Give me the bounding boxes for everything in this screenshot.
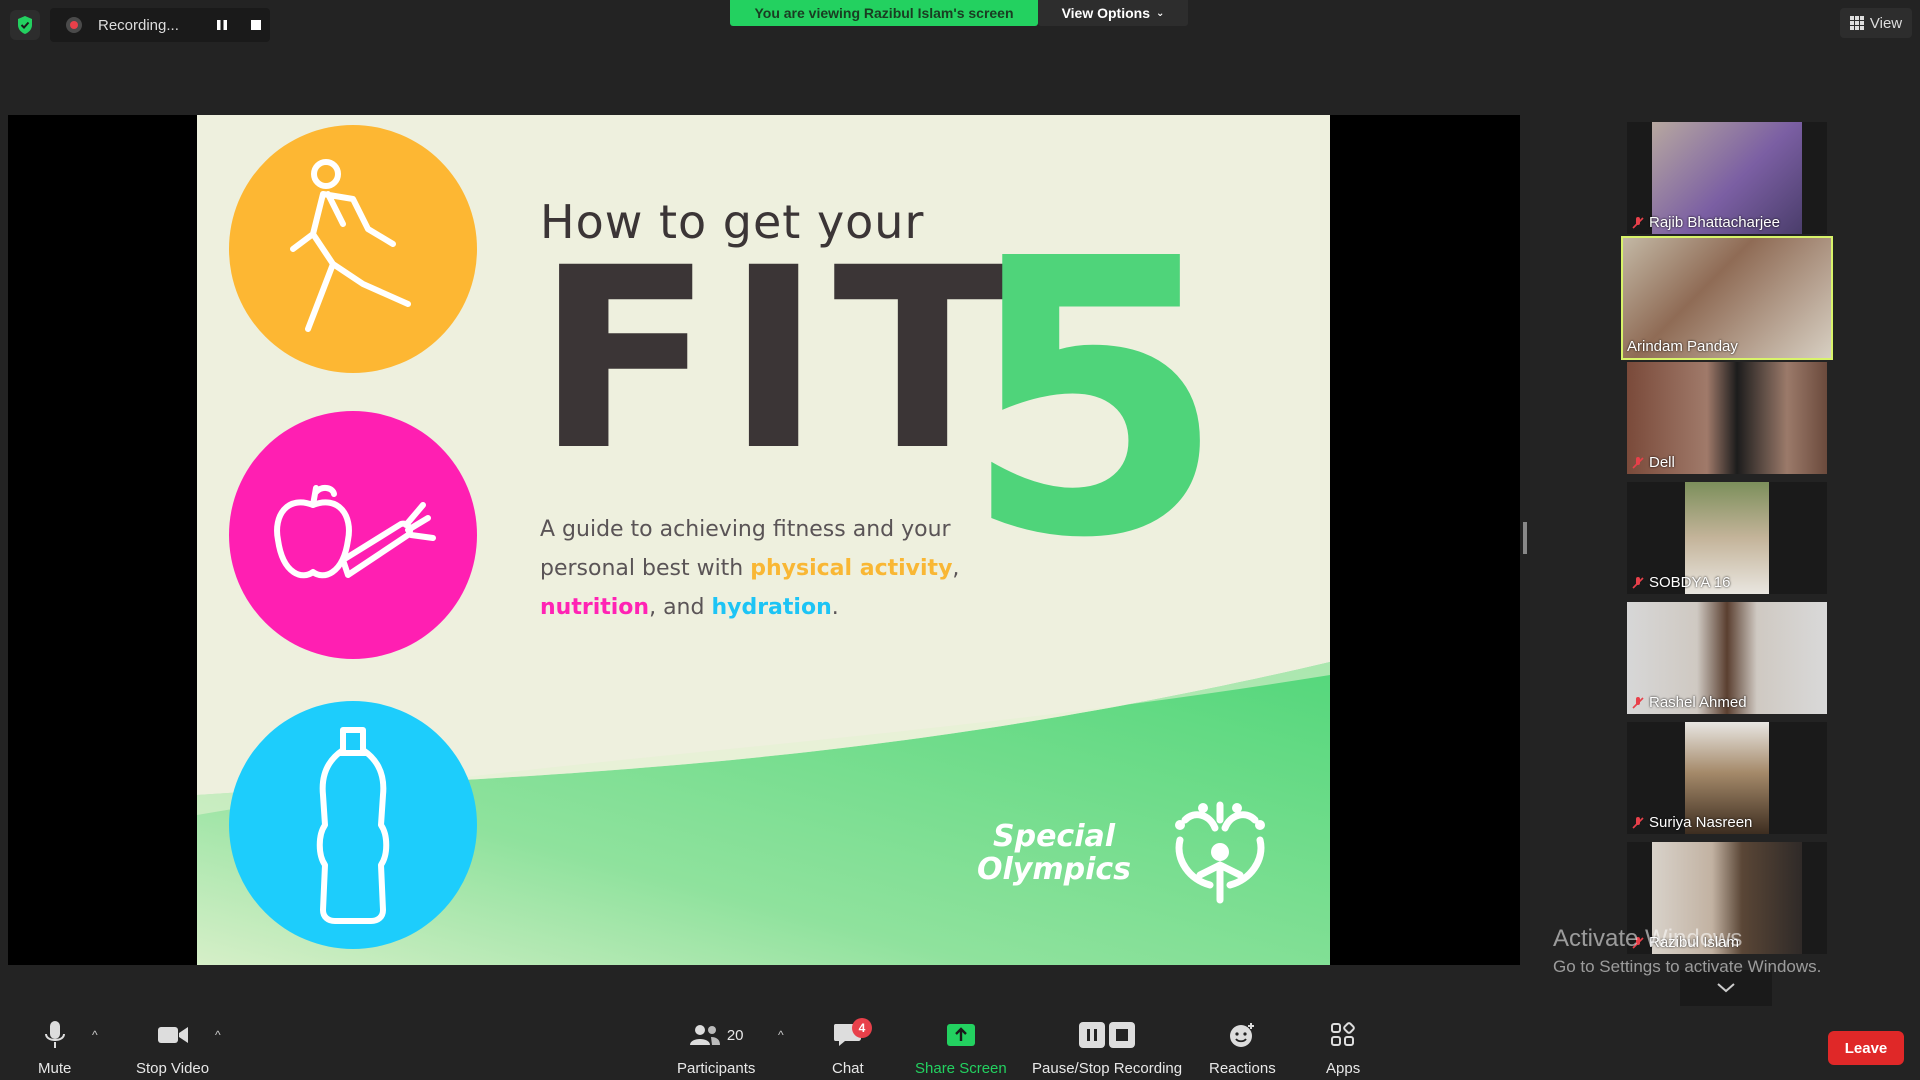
participants-label: Participants (677, 1060, 756, 1077)
guide-physical-activity: physical activity (750, 556, 953, 581)
video-options-caret-icon[interactable]: ^ (215, 1028, 221, 1042)
muted-mic-icon (1632, 696, 1644, 709)
participant-tile[interactable]: Suriya Nasreen (1627, 722, 1827, 834)
participant-name-tag: Rashel Ahmed (1631, 694, 1747, 711)
guide-hydration: hydration (711, 595, 832, 620)
viewing-screen-banner: You are viewing Razibul Islam's screen (730, 0, 1038, 26)
stop-recording-icon[interactable] (246, 15, 266, 35)
apple-carrot-icon (274, 484, 436, 579)
participants-icon (689, 1025, 720, 1045)
brand-line-2: Olympics (977, 852, 1131, 887)
participant-tile[interactable]: SOBDYA 16 (1627, 482, 1827, 594)
participant-tile[interactable]: Dell (1627, 362, 1827, 474)
pause-icon (1079, 1022, 1106, 1048)
grid-icon (1849, 16, 1864, 30)
participant-name: Suriya Nasreen (1649, 814, 1753, 831)
participant-name: SOBDYA 16 (1649, 574, 1731, 591)
participant-name: Dell (1649, 454, 1675, 471)
view-options-button[interactable]: View Options ⌄ (1038, 0, 1188, 26)
chevron-down-icon (1717, 983, 1735, 993)
share-screen-button[interactable]: Share Screen (915, 1018, 1007, 1077)
share-screen-label: Share Screen (915, 1060, 1007, 1077)
watermark-subtitle: Go to Settings to activate Windows. (1553, 957, 1822, 976)
guide-separator-2: , and (649, 595, 712, 620)
participant-name-tag: Dell (1631, 454, 1675, 471)
participants-count: 20 (726, 1026, 744, 1044)
audio-options-caret-icon[interactable]: ^ (92, 1028, 98, 1042)
apps-label: Apps (1326, 1060, 1361, 1077)
smiley-icon (1230, 1023, 1255, 1047)
guide-nutrition: nutrition (540, 595, 650, 620)
muted-mic-icon (1632, 216, 1644, 229)
nutrition-circle (229, 411, 477, 659)
reactions-button[interactable]: Reactions (1209, 1018, 1276, 1077)
recording-indicator: Recording... (50, 8, 270, 42)
participant-name: Rashel Ahmed (1649, 694, 1747, 711)
shared-slide: How to get your FIT 5 A guide to achievi… (197, 115, 1330, 965)
reactions-label: Reactions (1209, 1060, 1276, 1077)
special-olympics-wordmark: Special Olympics (977, 820, 1131, 886)
hydration-circle (229, 701, 477, 949)
participant-name-tag: SOBDYA 16 (1631, 574, 1730, 591)
water-bottle-icon (316, 727, 390, 924)
runner-icon (290, 159, 411, 332)
chat-label: Chat (832, 1060, 864, 1077)
microphone-icon (44, 1021, 65, 1048)
brand-line-1: Special (992, 819, 1116, 854)
special-olympics-logo-icon (1175, 801, 1265, 904)
view-options-label: View Options (1061, 5, 1151, 21)
guide-end: . (831, 595, 839, 620)
mute-label: Mute (38, 1060, 72, 1077)
stop-video-label: Stop Video (136, 1060, 210, 1077)
pause-recording-icon[interactable] (212, 15, 232, 35)
slide-guide-text: A guide to achieving fitness and your pe… (540, 510, 960, 627)
participant-tile[interactable]: Rashel Ahmed (1627, 602, 1827, 714)
muted-mic-icon (1632, 816, 1644, 829)
view-button[interactable]: View (1840, 8, 1912, 38)
participant-name: Rajib Bhattacharjee (1649, 214, 1780, 231)
stop-icon (1109, 1022, 1136, 1048)
mute-button[interactable]: Mute (38, 1018, 71, 1077)
view-button-label: View (1869, 14, 1903, 32)
participant-name-tag: Arindam Panday (1627, 338, 1738, 355)
chat-unread-badge: 4 (852, 1018, 872, 1038)
pause-stop-recording-label: Pause/Stop Recording (1032, 1060, 1183, 1077)
participant-name-tag: Suriya Nasreen (1631, 814, 1752, 831)
slide-fit-word: FIT (535, 214, 1023, 505)
chevron-down-icon: ⌄ (1156, 7, 1165, 19)
participant-tile-active-speaker[interactable]: Arindam Panday (1621, 236, 1833, 360)
muted-mic-icon (1632, 456, 1644, 469)
share-screen-icon (946, 1024, 975, 1046)
participant-tile[interactable]: Rajib Bhattacharjee (1627, 122, 1827, 234)
muted-mic-icon (1632, 576, 1644, 589)
panel-resize-handle[interactable] (1523, 522, 1527, 554)
leave-button[interactable]: Leave (1828, 1031, 1904, 1065)
physical-activity-circle (229, 125, 477, 373)
slide-five-number: 5 (962, 178, 1227, 621)
recording-dot-icon (66, 17, 82, 33)
stop-video-button[interactable]: Stop Video (136, 1018, 209, 1077)
recording-label: Recording... (98, 16, 179, 34)
participants-button[interactable]: 20 Participants (677, 1018, 755, 1077)
security-shield-icon[interactable] (10, 10, 40, 40)
apps-button[interactable]: Apps (1326, 1018, 1360, 1077)
video-camera-icon (157, 1027, 188, 1043)
participant-name: Arindam Panday (1627, 338, 1738, 355)
activate-windows-watermark: Activate Windows Go to Settings to activ… (1553, 925, 1821, 977)
watermark-title: Activate Windows (1553, 925, 1743, 952)
apps-icon (1331, 1022, 1355, 1046)
pause-stop-recording-button[interactable]: Pause/Stop Recording (1032, 1018, 1182, 1077)
guide-separator-1: , (952, 556, 960, 581)
participants-options-caret-icon[interactable]: ^ (778, 1028, 784, 1042)
participant-name-tag: Rajib Bhattacharjee (1631, 214, 1780, 231)
